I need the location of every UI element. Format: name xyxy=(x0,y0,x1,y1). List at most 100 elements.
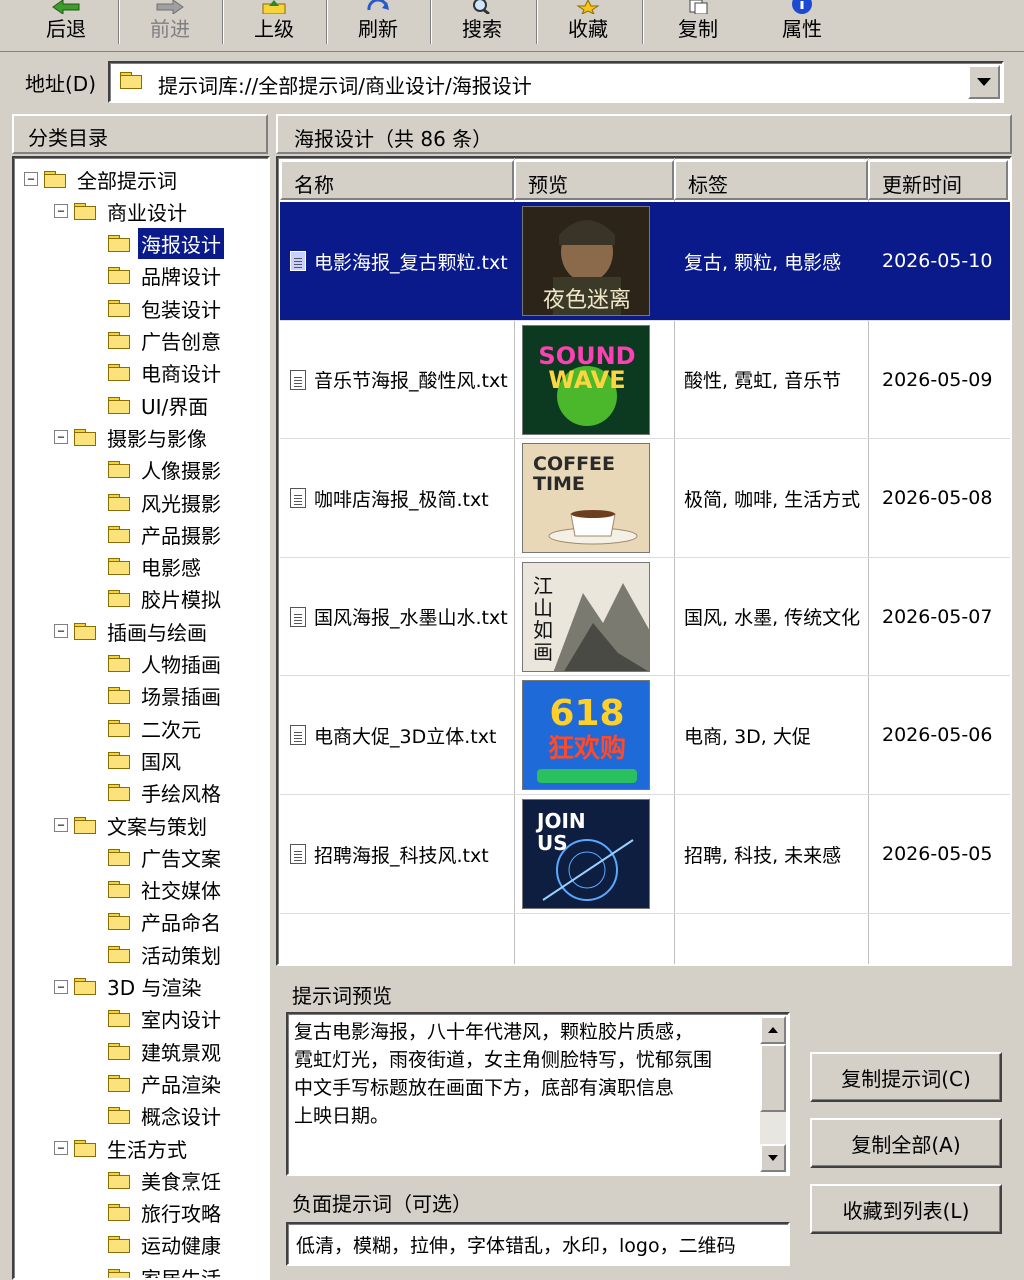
table-row[interactable]: 咖啡店海报_极简.txt COFFEE TIME 极简, 咖啡, 生活方式 2026-0… xyxy=(280,439,1010,557)
tree-group[interactable]: − 商业设计 xyxy=(54,196,190,226)
tree-group[interactable]: − 摄影与影像 xyxy=(54,422,210,452)
collapse-toggle-icon[interactable]: − xyxy=(54,624,68,639)
tree-item[interactable]: 包装设计 xyxy=(108,293,224,323)
tree-item[interactable]: 风光摄影 xyxy=(108,487,224,517)
back-button[interactable]: 后退 xyxy=(14,0,118,48)
tree-item[interactable]: 手绘风格 xyxy=(108,778,224,808)
scroll-down-button[interactable] xyxy=(760,1144,786,1172)
column-header[interactable]: 更新时间 xyxy=(868,160,1008,200)
folder-icon xyxy=(108,1010,130,1028)
tree-item-label: 产品渲染 xyxy=(141,1072,221,1097)
tree-item[interactable]: 社交媒体 xyxy=(108,875,224,905)
poster-thumbnail[interactable]: JOIN US xyxy=(522,799,650,909)
tree-item[interactable]: 家居生活 xyxy=(108,1262,224,1278)
tree-item[interactable]: 活动策划 xyxy=(108,939,224,969)
tree-item[interactable]: 胶片模拟 xyxy=(108,584,224,614)
collapse-toggle-icon[interactable]: − xyxy=(54,430,68,445)
poster-thumbnail[interactable]: COFFEE TIME xyxy=(522,443,650,554)
tree-item[interactable]: 广告文案 xyxy=(108,842,224,872)
table-row[interactable]: 电影海报_复古颗粒.txt 夜色迷离 复古, 颗粒, 电影感 2026-05-10 xyxy=(280,202,1010,320)
tree-item[interactable]: 电影感 xyxy=(108,552,204,582)
tree-item[interactable]: 品牌设计 xyxy=(108,261,224,291)
refresh-button[interactable]: 刷新 xyxy=(326,0,430,48)
tree-item-label: 运动健康 xyxy=(141,1234,221,1259)
tree-item[interactable]: 海报设计 xyxy=(108,228,224,260)
tree-item-label: 3D 与渲染 xyxy=(107,976,202,1000)
folder-icon xyxy=(108,461,130,479)
poster-thumbnail[interactable]: 江山如画 xyxy=(522,561,650,672)
folder-icon xyxy=(108,655,130,672)
forward-arrow-icon xyxy=(118,0,222,14)
tree-item[interactable]: 电商设计 xyxy=(108,358,224,388)
collapse-toggle-icon[interactable]: − xyxy=(54,979,68,994)
prompt-scrollbar[interactable] xyxy=(760,1016,786,1172)
properties-button[interactable]: 属性 xyxy=(750,0,854,48)
add-to-favorites-button[interactable]: 收藏到列表(L) xyxy=(810,1184,1002,1234)
poster-thumbnail[interactable]: 618 狂欢购 xyxy=(522,680,650,791)
tree-item[interactable]: 人像摄影 xyxy=(108,455,224,485)
text-file-icon xyxy=(290,251,306,271)
column-header[interactable]: 预览 xyxy=(514,160,674,200)
collapse-toggle-icon[interactable]: − xyxy=(24,172,38,186)
tree-group[interactable]: − 文案与策划 xyxy=(54,810,210,840)
tree-item[interactable]: 人物插画 xyxy=(108,649,224,679)
tree-item[interactable]: UI/界面 xyxy=(108,390,211,420)
copy-all-button[interactable]: 复制全部(A) xyxy=(810,1118,1002,1168)
tree-group[interactable]: − 生活方式 xyxy=(54,1133,190,1163)
table-row[interactable]: 音乐节海报_酸性风.txt SOUND WAVE 酸性, 霓虹, 音乐节 2026-05… xyxy=(280,321,1010,439)
tree-item[interactable]: 产品渲染 xyxy=(108,1068,224,1098)
table-row[interactable]: 招聘海报_科技风.txt JOIN US 招聘, 科技, 未来感 2026-05-05 xyxy=(280,795,1010,913)
tree-item[interactable]: 美食烹饪 xyxy=(108,1165,224,1195)
file-name-cell: 电影海报_复古颗粒.txt xyxy=(290,202,508,320)
tree-item[interactable]: 运动健康 xyxy=(108,1230,224,1260)
folder-icon xyxy=(108,881,130,899)
poster-thumbnail[interactable]: SOUND WAVE xyxy=(522,324,650,435)
tree-item[interactable]: 广告创意 xyxy=(108,326,224,356)
address-field[interactable]: 提示词库://全部提示词/商业设计/海报设计 xyxy=(108,61,1004,103)
collapse-toggle-icon[interactable]: − xyxy=(54,818,68,832)
tree-item[interactable]: 场景插画 xyxy=(108,681,224,711)
poster-thumbnail[interactable]: 夜色迷离 xyxy=(522,206,650,316)
tree-item-label: 胶片模拟 xyxy=(141,588,221,613)
tree-item[interactable]: 国风 xyxy=(108,745,184,775)
column-header[interactable]: 标签 xyxy=(674,160,868,200)
tree-item[interactable]: 二次元 xyxy=(108,713,204,743)
thumb-title: 夜色迷离 xyxy=(543,288,631,313)
column-header[interactable]: 名称 xyxy=(280,160,514,200)
tree-item[interactable]: 产品命名 xyxy=(108,907,224,937)
tree-item[interactable]: 建筑景观 xyxy=(108,1036,224,1066)
collapse-toggle-icon[interactable]: − xyxy=(54,204,68,219)
folder-icon xyxy=(74,428,96,446)
table-row[interactable]: 电商大促_3D立体.txt 618 狂欢购 电商, 3D, 大促 2026-05-06 xyxy=(280,676,1010,794)
preview-cell: 618 狂欢购 xyxy=(522,676,650,794)
favorite-button[interactable]: 收藏 xyxy=(536,0,640,48)
collapse-toggle-icon[interactable]: − xyxy=(54,1141,68,1155)
search-button[interactable]: 搜索 xyxy=(430,0,534,48)
tree-root[interactable]: − 全部提示词 xyxy=(24,164,180,194)
tree-item[interactable]: 室内设计 xyxy=(108,1004,224,1034)
file-name-cell: 国风海报_水墨山水.txt xyxy=(290,558,508,676)
folder-icon xyxy=(108,590,130,608)
up-button[interactable]: 上级 xyxy=(222,0,326,48)
forward-button[interactable]: 前进 xyxy=(118,0,222,48)
copy-prompt-button[interactable]: 复制提示词(C) xyxy=(810,1052,1002,1102)
scroll-thumb[interactable] xyxy=(760,1044,786,1112)
folder-icon xyxy=(108,396,130,414)
file-name: 电商大促_3D立体.txt xyxy=(314,725,497,748)
tree-item-label: 手绘风格 xyxy=(141,782,221,807)
tree-group[interactable]: − 插画与绘画 xyxy=(54,616,210,646)
svg-text:如: 如 xyxy=(533,618,553,642)
negative-prompt-field[interactable]: 低清，模糊，拉伸，字体错乱，水印，logo，二维码 xyxy=(286,1222,790,1266)
scroll-up-button[interactable] xyxy=(760,1016,786,1044)
list-title: 海报设计（共 86 条） xyxy=(276,114,1012,154)
text-file-icon xyxy=(290,606,306,627)
table-row[interactable]: 国风海报_水墨山水.txt 江山如画 国风, 水墨, 传统文化 2026-05-07 xyxy=(280,558,1010,676)
tree-group[interactable]: − 3D 与渲染 xyxy=(54,972,204,1002)
tree-item[interactable]: 产品摄影 xyxy=(108,519,224,549)
address-dropdown-button[interactable] xyxy=(968,65,1000,99)
tree-item[interactable]: 概念设计 xyxy=(108,1101,224,1131)
tree-item[interactable]: 旅行攻略 xyxy=(108,1198,224,1228)
prompt-preview-textarea[interactable]: 复古电影海报，八十年代港风，颗粒胶片质感， 霓虹灯光，雨夜街道，女主角侧脸特写，… xyxy=(286,1012,790,1176)
copy-button[interactable]: 复制 xyxy=(646,0,750,48)
category-tree: − 全部提示词 − 商业设计 海报设计 品牌设计 包装设计 广告创意 电商设计 UI/界面 − 摄影与… xyxy=(12,156,270,1280)
